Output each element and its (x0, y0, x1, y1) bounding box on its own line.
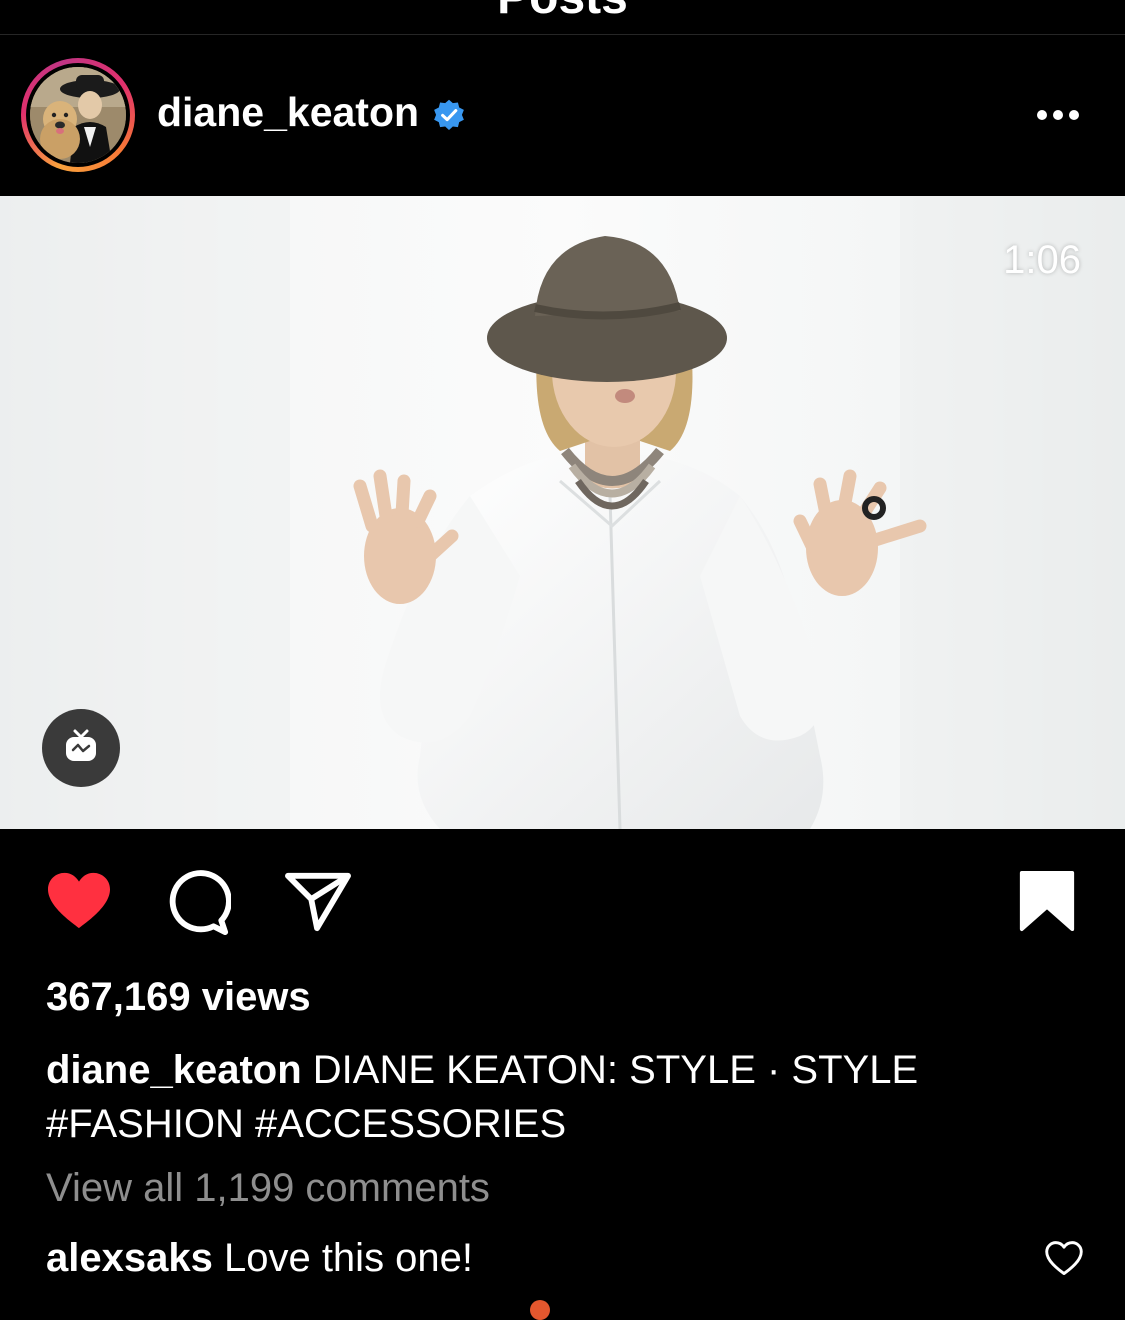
save-button[interactable] (1018, 870, 1076, 932)
page-title: Posts (0, 0, 1125, 25)
comment-button[interactable] (165, 870, 231, 936)
view-count[interactable]: 367,169 views (46, 975, 311, 1020)
caption-hashtags[interactable]: #FASHION #ACCESSORIES (46, 1102, 566, 1146)
post-header: diane_keaton (0, 35, 1125, 195)
post-caption: diane_keaton DIANE KEATON: STYLE · STYLE… (46, 1043, 1046, 1151)
caption-text-line1: DIANE KEATON: STYLE · STYLE (312, 1048, 919, 1092)
next-comment-emoji-partial (530, 1300, 550, 1320)
comment-username[interactable]: alexsaks (46, 1236, 213, 1280)
video-frame (0, 196, 1125, 829)
caption-username[interactable]: diane_keaton (46, 1048, 302, 1092)
post-action-bar (0, 830, 1125, 960)
bookmark-filled-icon (1019, 870, 1075, 932)
top-nav-bar: Posts (0, 0, 1125, 35)
heart-filled-icon (48, 872, 110, 929)
comment-like-button[interactable] (1044, 1240, 1084, 1280)
like-button[interactable] (44, 870, 114, 932)
igtv-button[interactable] (42, 709, 120, 787)
post-username[interactable]: diane_keaton (157, 89, 419, 136)
heart-outline-icon (1045, 1241, 1083, 1275)
avatar-image (30, 67, 126, 163)
post-video[interactable]: 1:06 (0, 196, 1125, 829)
comment-item: alexsaks Love this one! (46, 1236, 473, 1281)
verified-badge-icon (432, 98, 466, 132)
view-all-comments-link[interactable]: View all 1,199 comments (46, 1166, 490, 1211)
more-horizontal-icon (1037, 110, 1079, 120)
video-duration: 1:06 (1003, 238, 1081, 282)
paper-plane-icon (285, 872, 351, 932)
more-options-button[interactable] (1030, 95, 1086, 135)
comment-text: Love this one! (223, 1236, 474, 1280)
comment-bubble-icon (169, 870, 231, 936)
share-button[interactable] (284, 870, 352, 934)
igtv-icon (66, 729, 96, 761)
avatar[interactable] (30, 67, 126, 163)
